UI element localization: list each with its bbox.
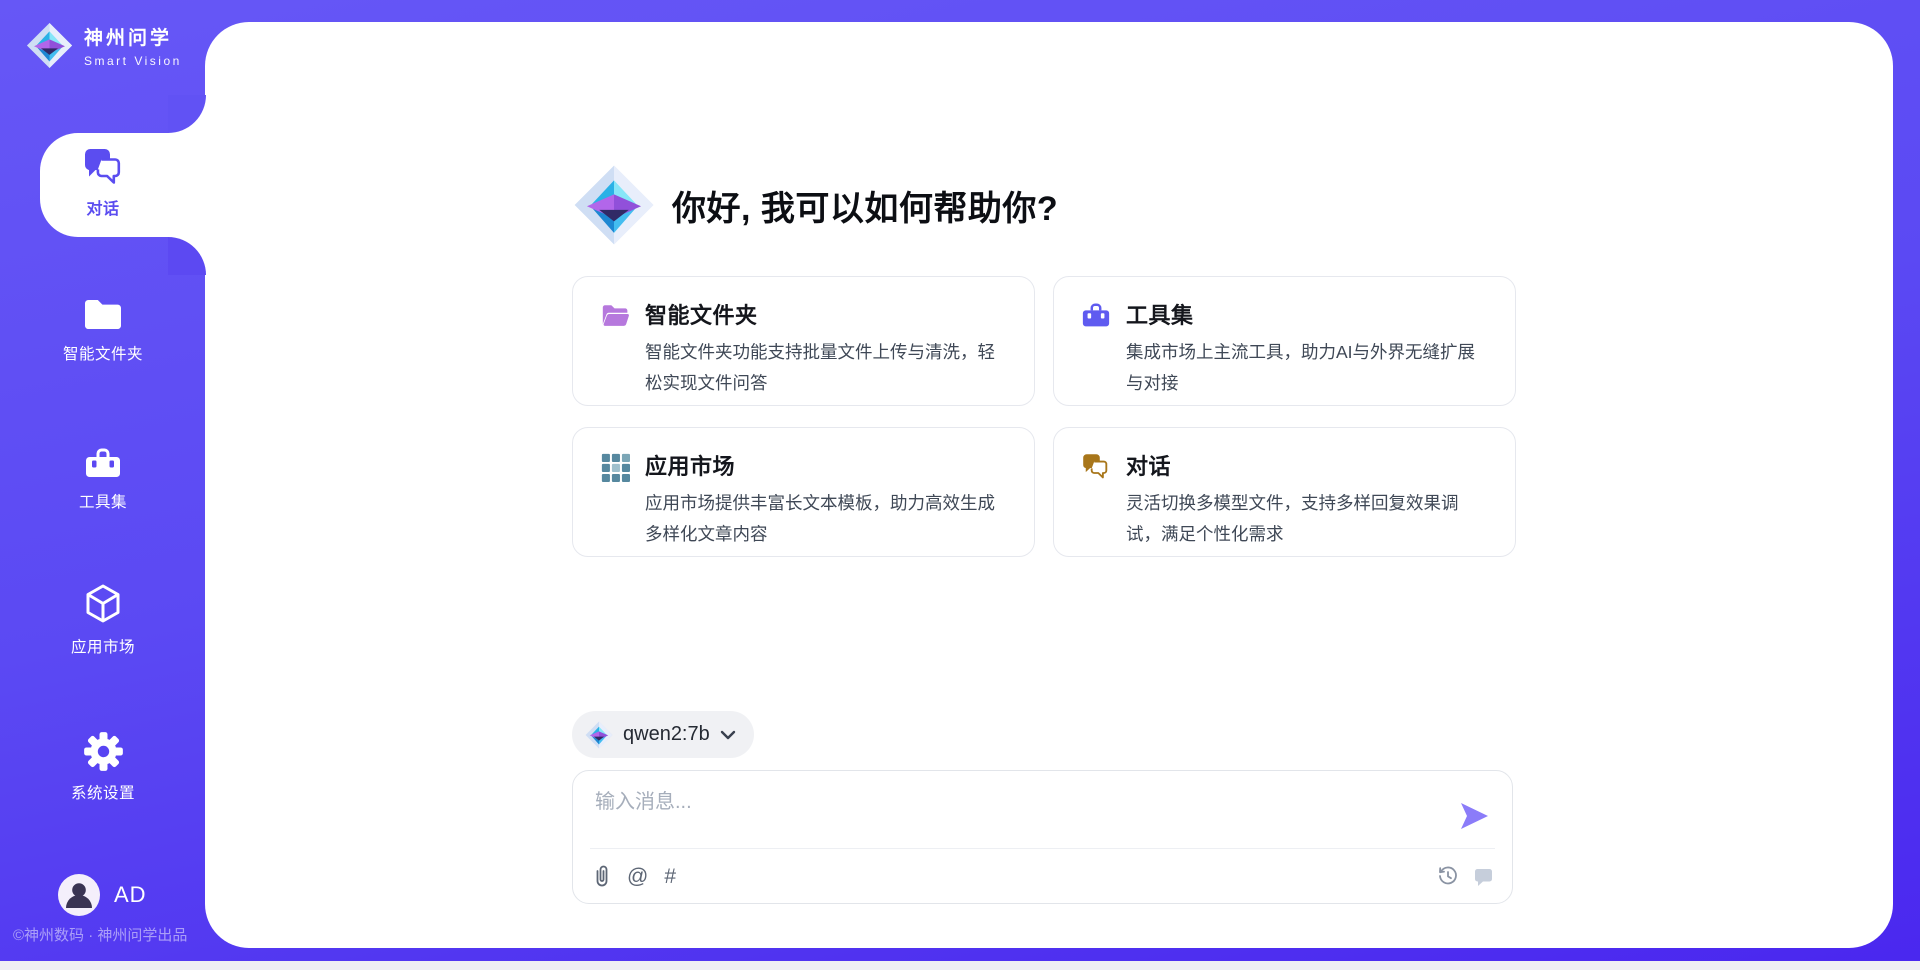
paperclip-icon[interactable] [593, 864, 611, 888]
send-icon[interactable] [1458, 801, 1490, 831]
card-description: 集成市场上主流工具，助力AI与外界无缝扩展与对接 [1126, 337, 1491, 399]
user-initials: AD [114, 882, 147, 908]
model-logo-diamond-icon [585, 721, 613, 749]
sidebar-item-toolset[interactable]: 工具集 [0, 444, 206, 512]
open-folder-icon [600, 298, 630, 405]
app-window: 神州问学 Smart Vision 对话 智能文件夹 [0, 0, 1920, 970]
card-toolset[interactable]: 工具集 集成市场上主流工具，助力AI与外界无缝扩展与对接 [1053, 276, 1516, 406]
grid-icon [600, 449, 630, 556]
feature-cards: 智能文件夹 智能文件夹功能支持批量文件上传与清洗，轻松实现文件问答 工具集 集成… [572, 276, 1516, 557]
card-description: 灵活切换多模型文件，支持多样回复效果调试，满足个性化需求 [1126, 488, 1491, 550]
tab-fillet-top [168, 95, 206, 133]
sidebar-item-label: 系统设置 [71, 781, 135, 803]
chevron-down-icon [720, 730, 736, 740]
card-description: 智能文件夹功能支持批量文件上传与清洗，轻松实现文件问答 [645, 337, 1010, 399]
card-smart-folder[interactable]: 智能文件夹 智能文件夹功能支持批量文件上传与清洗，轻松实现文件问答 [572, 276, 1035, 406]
copyright-footer: ©神州数码 · 神州问学出品 [13, 924, 187, 945]
history-icon[interactable] [1437, 865, 1459, 887]
hero-logo-diamond-icon [573, 163, 655, 247]
card-title: 工具集 [1126, 298, 1491, 330]
model-name: qwen2:7b [623, 723, 710, 746]
greeting-header: 你好, 我可以如何帮助你? [573, 163, 1058, 247]
sidebar-item-chat[interactable]: 对话 [0, 146, 206, 219]
at-mention-icon[interactable]: @ [627, 866, 648, 887]
brand: 神州问学 Smart Vision [26, 22, 182, 69]
avatar [58, 874, 100, 916]
toolbox-icon [82, 444, 124, 481]
sidebar-item-label: 对话 [86, 195, 119, 219]
card-app-market[interactable]: 应用市场 应用市场提供丰富长文本模板，助力高效生成多样化文章内容 [572, 427, 1035, 557]
toolbox-icon [1081, 298, 1111, 405]
user-account[interactable]: AD [58, 874, 147, 916]
sidebar-item-label: 智能文件夹 [63, 342, 143, 364]
window-bottom-strip [0, 961, 1920, 970]
sidebar-item-label: 工具集 [79, 490, 127, 512]
brand-logo-diamond-icon [26, 22, 73, 69]
greeting-title: 你好, 我可以如何帮助你? [672, 181, 1058, 230]
card-chat[interactable]: 对话 灵活切换多模型文件，支持多样回复效果调试，满足个性化需求 [1053, 427, 1516, 557]
folder-icon [82, 296, 124, 333]
chat-bubbles-icon [82, 146, 124, 186]
gear-icon [83, 731, 124, 772]
sidebar-item-smart-folder[interactable]: 智能文件夹 [0, 296, 206, 364]
composer-toolbar: @ # [593, 859, 1494, 893]
sidebar-item-label: 应用市场 [71, 635, 135, 657]
card-title: 对话 [1126, 449, 1491, 481]
card-title: 智能文件夹 [645, 298, 1010, 330]
tab-fillet-bottom [168, 237, 206, 275]
comment-icon[interactable] [1473, 866, 1494, 887]
brand-subtitle: Smart Vision [84, 54, 182, 68]
sidebar-item-app-market[interactable]: 应用市场 [0, 582, 206, 657]
brand-name: 神州问学 [84, 23, 182, 50]
card-description: 应用市场提供丰富长文本模板，助力高效生成多样化文章内容 [645, 488, 1010, 550]
chat-bubbles-icon [1081, 449, 1111, 556]
message-input[interactable] [595, 785, 1445, 843]
sidebar-item-settings[interactable]: 系统设置 [0, 731, 206, 803]
composer-divider [590, 848, 1495, 849]
hashtag-icon[interactable]: # [664, 866, 676, 887]
card-title: 应用市场 [645, 449, 1010, 481]
cube-icon [82, 582, 124, 626]
model-selector[interactable]: qwen2:7b [572, 711, 754, 758]
message-composer: @ # [572, 770, 1513, 904]
